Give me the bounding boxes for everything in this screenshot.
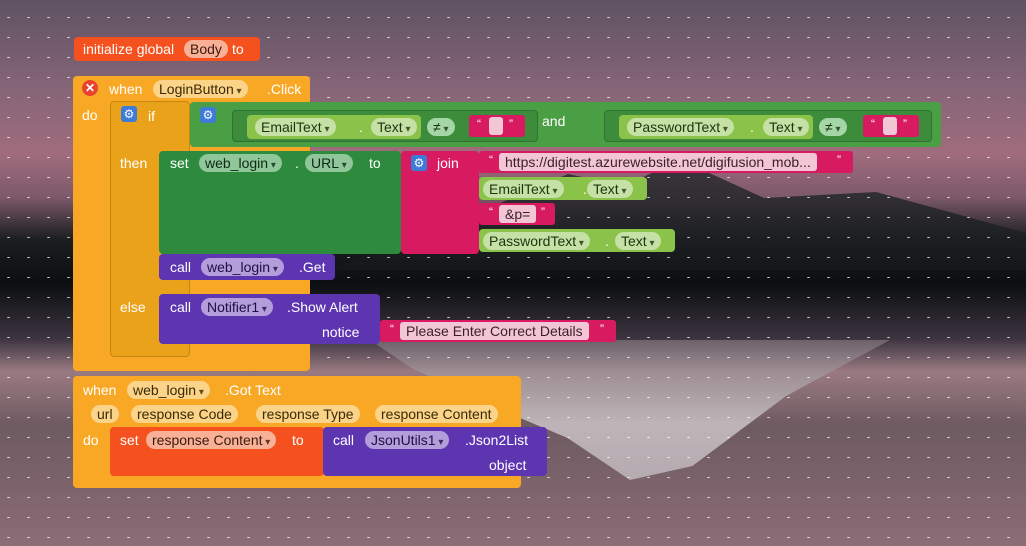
email-neq-operator-dropdown[interactable]: ≠ bbox=[427, 118, 455, 136]
dot-separator: . bbox=[295, 155, 299, 171]
open-quote: “ bbox=[489, 205, 493, 219]
open-quote: “ bbox=[489, 153, 493, 167]
notifier-component-dropdown[interactable]: Notifier1 bbox=[201, 298, 273, 316]
do-label: do bbox=[83, 432, 99, 448]
initialize-global-block[interactable]: initialize global Body to bbox=[74, 37, 260, 61]
call-label: call bbox=[333, 432, 355, 448]
dot-separator: . bbox=[750, 119, 754, 135]
join-mutator-gear-icon[interactable]: ⚙ bbox=[411, 155, 427, 171]
call-web-login-get-block[interactable]: call web_login .Get bbox=[159, 254, 335, 280]
email-text-property-dropdown[interactable]: Text bbox=[371, 118, 417, 136]
when-label: when bbox=[83, 382, 117, 398]
call-json2list-block[interactable]: call JsonUtils1 .Json2List object bbox=[323, 427, 547, 476]
join-email-property-dropdown[interactable]: Text bbox=[587, 180, 633, 198]
got-text-component-dropdown[interactable]: web_login bbox=[127, 381, 210, 399]
then-label: then bbox=[120, 155, 148, 171]
email-empty-string-block[interactable]: “ ” bbox=[469, 115, 525, 137]
amp-string-block[interactable]: “ &p= ” bbox=[479, 203, 555, 225]
url-string-block[interactable]: “ https://digitest.azurewebsite.net/digi… bbox=[479, 151, 853, 173]
set-to-label: to bbox=[369, 155, 381, 171]
show-alert-method-label: .Show Alert bbox=[287, 299, 358, 315]
close-quote: ” bbox=[509, 117, 513, 131]
set-variable-dropdown[interactable]: response Content bbox=[146, 431, 277, 449]
param-url[interactable]: url bbox=[91, 405, 119, 423]
set-label: set bbox=[120, 432, 139, 448]
close-quote: ” bbox=[600, 322, 604, 336]
empty-string-field[interactable] bbox=[489, 117, 503, 135]
param-response-code[interactable]: response Code bbox=[131, 405, 238, 423]
set-label: set bbox=[170, 155, 189, 171]
join-email-getter[interactable]: EmailText . Text bbox=[479, 177, 647, 200]
call-notifier-show-alert-block[interactable]: call Notifier1 .Show Alert notice bbox=[159, 294, 380, 344]
json-utils-component-dropdown[interactable]: JsonUtils1 bbox=[365, 431, 450, 449]
global-var-name-field[interactable]: Body bbox=[184, 40, 228, 58]
join-password-getter[interactable]: PasswordText . Text bbox=[479, 229, 675, 252]
empty-string-field[interactable] bbox=[883, 117, 897, 135]
close-quote: ” bbox=[903, 117, 907, 131]
password-text-component-dropdown[interactable]: PasswordText bbox=[627, 118, 734, 136]
call-label: call bbox=[170, 259, 192, 275]
if-mutator-gear-icon[interactable]: ⚙ bbox=[121, 106, 137, 122]
login-button-dropdown[interactable]: LoginButton bbox=[153, 80, 248, 98]
notice-string-field[interactable]: Please Enter Correct Details bbox=[400, 322, 589, 340]
blocks-workspace[interactable]: initialize global Body to ✕ when LoginBu… bbox=[0, 0, 1026, 546]
param-response-content[interactable]: response Content bbox=[375, 405, 498, 423]
join-label: join bbox=[437, 155, 459, 171]
when-label: when bbox=[109, 81, 143, 97]
join-password-property-dropdown[interactable]: Text bbox=[615, 232, 661, 250]
email-compare-block[interactable]: EmailText . Text ≠ “ ” bbox=[232, 110, 538, 142]
else-label: else bbox=[120, 299, 146, 315]
set-url-block[interactable]: set web_login . URL to bbox=[159, 151, 401, 254]
url-string-field[interactable]: https://digitest.azurewebsite.net/digifu… bbox=[499, 153, 817, 171]
close-quote: ” bbox=[837, 153, 841, 167]
password-text-property-dropdown[interactable]: Text bbox=[763, 118, 809, 136]
dot-separator: . bbox=[359, 119, 363, 135]
dot-separator: . bbox=[605, 233, 609, 249]
initialize-global-label: initialize global bbox=[83, 41, 175, 57]
close-quote: ” bbox=[541, 205, 545, 219]
call-component-dropdown[interactable]: web_login bbox=[201, 258, 284, 276]
open-quote: “ bbox=[390, 322, 394, 336]
if-label: if bbox=[148, 108, 155, 124]
click-event-label: .Click bbox=[267, 81, 302, 97]
amp-string-field[interactable]: &p= bbox=[499, 205, 537, 223]
join-password-component-dropdown[interactable]: PasswordText bbox=[483, 232, 590, 250]
object-label: object bbox=[489, 457, 527, 473]
call-label: call bbox=[170, 299, 192, 315]
set-to-label: to bbox=[292, 432, 304, 448]
email-text-component-dropdown[interactable]: EmailText bbox=[255, 118, 336, 136]
and-label: and bbox=[542, 113, 566, 129]
set-component-dropdown[interactable]: web_login bbox=[199, 154, 282, 172]
got-text-event-label: .Got Text bbox=[225, 382, 281, 398]
set-response-content-block[interactable]: set response Content to bbox=[110, 427, 324, 476]
password-compare-block[interactable]: PasswordText . Text ≠ “ ” bbox=[604, 110, 932, 142]
global-to-label: to bbox=[232, 41, 244, 57]
json2list-method-label: .Json2List bbox=[465, 432, 529, 448]
and-mutator-gear-icon[interactable]: ⚙ bbox=[200, 107, 216, 123]
do-label: do bbox=[82, 107, 98, 123]
error-icon[interactable]: ✕ bbox=[82, 80, 98, 96]
notice-label: notice bbox=[322, 324, 360, 340]
open-quote: “ bbox=[871, 117, 875, 131]
email-text-getter[interactable]: EmailText . Text bbox=[247, 115, 421, 139]
join-block[interactable]: ⚙ join bbox=[401, 151, 479, 254]
open-quote: “ bbox=[477, 117, 481, 131]
get-method-label: .Get bbox=[299, 259, 326, 275]
password-neq-operator-dropdown[interactable]: ≠ bbox=[819, 118, 847, 136]
join-email-component-dropdown[interactable]: EmailText bbox=[483, 180, 564, 198]
password-text-getter[interactable]: PasswordText . Text bbox=[619, 115, 813, 139]
notice-string-block[interactable]: “ Please Enter Correct Details ” bbox=[380, 320, 616, 342]
param-response-type[interactable]: response Type bbox=[256, 405, 360, 423]
password-empty-string-block[interactable]: “ ” bbox=[863, 115, 919, 137]
set-property-dropdown[interactable]: URL bbox=[305, 154, 353, 172]
